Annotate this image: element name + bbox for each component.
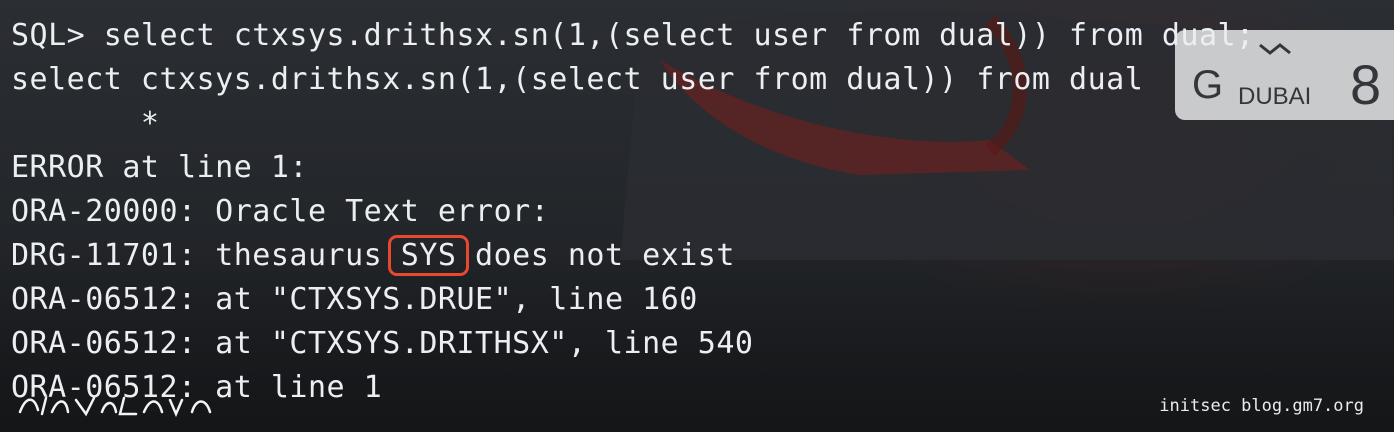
error-text: ORA-06512: at "CTXSYS.DRITHSX", line 540 xyxy=(11,326,754,361)
sql-command-text: SQL> select ctxsys.drithsx.sn(1,(select … xyxy=(11,18,1255,53)
output-line: * xyxy=(11,102,1255,146)
error-text-suffix: does not exist xyxy=(456,238,735,273)
error-text-prefix: DRG-11701: thesaurus xyxy=(11,238,401,273)
output-line: ERROR at line 1: xyxy=(11,146,1255,190)
svg-text:8: 8 xyxy=(1350,53,1381,116)
output-line: select ctxsys.drithsx.sn(1,(select user … xyxy=(11,58,1255,102)
echoed-statement-text: select ctxsys.drithsx.sn(1,(select user … xyxy=(11,62,1144,97)
output-line: ORA-06512: at "CTXSYS.DRITHSX", line 540 xyxy=(11,322,1255,366)
output-line: ORA-06512: at "CTXSYS.DRUE", line 160 xyxy=(11,278,1255,322)
error-position-marker: * xyxy=(11,106,160,141)
output-line: SQL> select ctxsys.drithsx.sn(1,(select … xyxy=(11,14,1255,58)
output-line: DRG-11701: thesaurus SYS does not exist xyxy=(11,234,1255,278)
error-text: ORA-06512: at "CTXSYS.DRUE", line 160 xyxy=(11,282,698,317)
site-watermark: initsec blog.gm7.org xyxy=(1159,396,1364,416)
error-header-text: ERROR at line 1: xyxy=(11,150,308,185)
terminal-output: SQL> select ctxsys.drithsx.sn(1,(select … xyxy=(11,14,1255,410)
terminal-window: G DUBAI 8 SQL> select ctxsys.drithsx.sn(… xyxy=(0,0,1394,432)
logo-watermark-icon xyxy=(18,396,212,418)
error-text: ORA-20000: Oracle Text error: xyxy=(11,194,550,229)
output-line: ORA-20000: Oracle Text error: xyxy=(11,190,1255,234)
